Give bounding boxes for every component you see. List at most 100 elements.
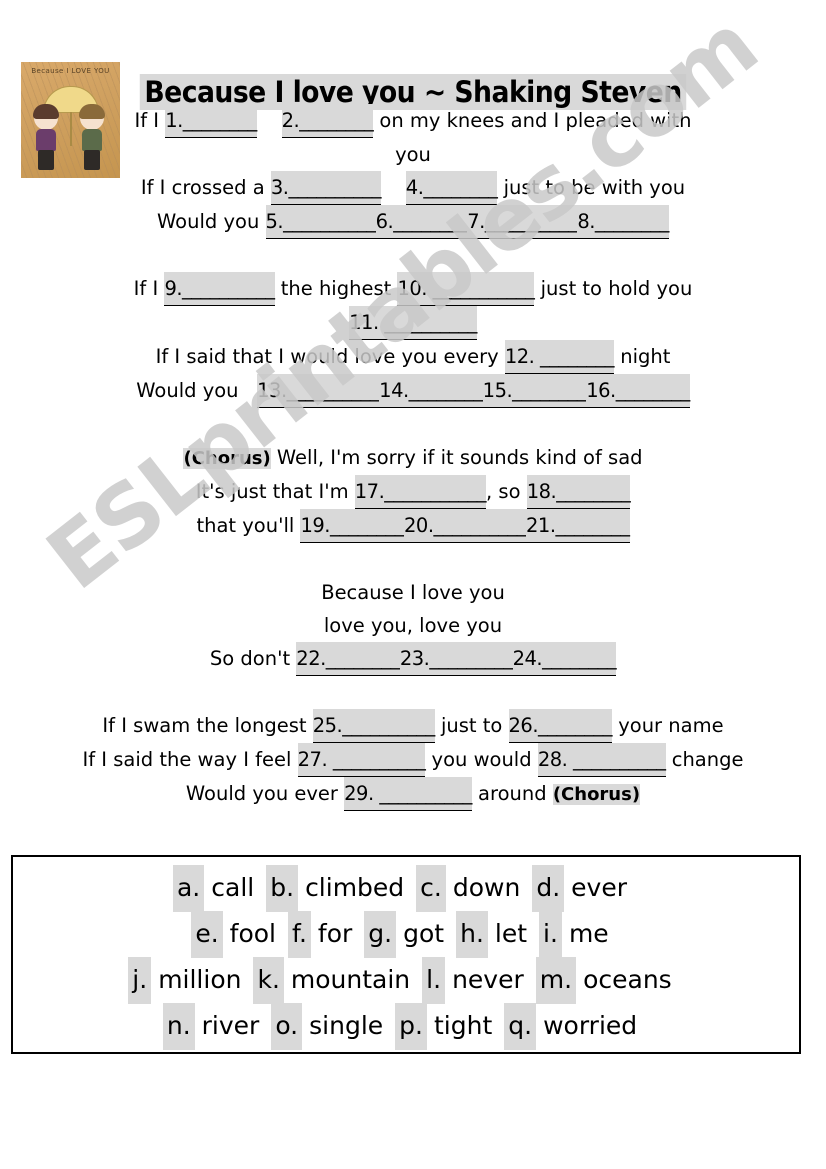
blank-26[interactable]: 26.________ [508, 709, 613, 743]
lyric-text: just to be with you [497, 176, 686, 199]
blank-24[interactable]: 24.________ [512, 642, 617, 676]
word-bank-word: single [309, 1010, 384, 1040]
lyric-text: If I crossed a [140, 176, 271, 199]
blank-23[interactable]: 23._________ [399, 642, 513, 676]
word-bank-item[interactable]: o. single [271, 1002, 395, 1050]
blank-16[interactable]: 16.________ [586, 374, 690, 408]
lyric-text: on my knees and I pleaded with [373, 109, 692, 132]
word-bank-item[interactable]: d. ever [532, 864, 639, 912]
blank-21[interactable]: 21.________ [526, 509, 630, 543]
word-bank-letter: n. [162, 1002, 195, 1050]
word-bank-item[interactable]: e. fool [191, 910, 288, 958]
lyric-text: your name [612, 714, 724, 737]
blank-5[interactable]: 5.__________ [265, 205, 376, 239]
word-bank-word: ever [571, 872, 628, 902]
lyric-line: Would you ever 29. __________ around (Ch… [0, 777, 826, 811]
word-bank-item[interactable]: k. mountain [253, 956, 422, 1004]
lyric-line: you [0, 138, 826, 171]
word-bank-word: river [201, 1010, 260, 1040]
blank-15[interactable]: 15.________ [482, 374, 587, 408]
blank-20[interactable]: 20.__________ [404, 509, 527, 543]
lyric-text: the highest [274, 277, 398, 300]
word-bank-item[interactable]: h. let [456, 910, 539, 958]
word-bank-word: me [568, 918, 609, 948]
blank-25[interactable]: 25.__________ [312, 709, 435, 743]
lyric-text: So don't [209, 647, 297, 670]
blank-27[interactable]: 27. __________ [297, 743, 426, 777]
blank-10[interactable]: 10. ___________ [397, 272, 535, 306]
word-bank-item[interactable]: l. never [422, 956, 536, 1004]
word-bank-letter: m. [535, 956, 577, 1004]
word-bank-word: call [211, 872, 255, 902]
word-bank-letter: i. [539, 910, 562, 958]
word-bank-letter: o. [271, 1002, 303, 1050]
blank-11[interactable]: 11. __________ [349, 306, 477, 340]
lyric-text: , so [486, 480, 527, 503]
lyric-line: that you'll 19.________20.__________21._… [0, 509, 826, 543]
word-bank-item[interactable]: f. for [287, 910, 364, 958]
blank-28[interactable]: 28. __________ [537, 743, 666, 777]
word-bank-word: oceans [583, 964, 672, 994]
word-bank-item[interactable]: q. worried [504, 1002, 649, 1050]
verse-spacer [0, 408, 826, 441]
blank-12[interactable]: 12. ________ [504, 340, 615, 374]
word-bank-word: mountain [290, 964, 411, 994]
lyric-text: If I [134, 109, 166, 132]
blank-1[interactable]: 1.________ [165, 104, 257, 138]
word-bank-word: got [403, 918, 445, 948]
blank-2[interactable]: 2.________ [281, 104, 374, 138]
lyric-text: night [614, 345, 671, 368]
word-bank-row: e. fool f. for g. got h. let i. me [191, 910, 621, 958]
word-bank-word: for [317, 918, 353, 948]
word-bank-item[interactable]: n. river [162, 1002, 271, 1050]
blank-17[interactable]: 17.___________ [354, 475, 487, 509]
lyric-line: Would you 5.__________6.________7.______… [0, 205, 826, 239]
word-bank-letter: p. [395, 1002, 427, 1050]
word-bank-word: never [452, 964, 524, 994]
lyric-text: around [471, 782, 553, 805]
word-bank-item[interactable]: g. got [364, 910, 456, 958]
word-bank-item[interactable]: p. tight [395, 1002, 504, 1050]
word-bank-item[interactable]: b. climbed [266, 864, 416, 912]
blank-4[interactable]: 4.________ [405, 171, 498, 205]
lyric-text: If I said that I would love you every [155, 345, 505, 368]
word-bank-letter: e. [191, 910, 223, 958]
blank-13[interactable]: 13.__________ [257, 374, 380, 408]
word-bank-item[interactable]: j. million [128, 956, 253, 1004]
word-bank-item[interactable]: m. oceans [535, 956, 684, 1004]
word-bank-item[interactable]: c. down [416, 864, 532, 912]
word-bank-letter: b. [266, 864, 299, 912]
lyric-gap [245, 379, 257, 402]
blank-7[interactable]: 7.__________ [467, 205, 578, 239]
blank-3[interactable]: 3.__________ [270, 171, 382, 205]
blank-6[interactable]: 6.________ [375, 205, 468, 239]
blank-9[interactable]: 9.__________ [164, 272, 275, 306]
lyric-line: It's just that I'm 17.___________, so 18… [0, 475, 826, 509]
lyric-text: If I said the way I feel [82, 748, 298, 771]
lyric-line: If I 9.__________ the highest 10. ______… [0, 272, 826, 306]
blank-8[interactable]: 8.________ [577, 205, 669, 239]
word-bank-row: n. river o. single p. tight q. worried [162, 1002, 649, 1050]
word-bank-letter: f. [287, 910, 311, 958]
word-bank-item[interactable]: i. me [539, 910, 621, 958]
lyric-line: So don't 22.________23._________24._____… [0, 642, 826, 676]
blank-22[interactable]: 22.________ [296, 642, 400, 676]
blank-18[interactable]: 18.________ [526, 475, 631, 509]
lyric-text: Would you ever [185, 782, 345, 805]
word-bank-item[interactable]: a. call [172, 864, 266, 912]
lyric-gap [257, 109, 282, 132]
lyric-text: Well, I'm sorry if it sounds kind of sad [270, 446, 643, 469]
lyrics-body: If I 1.________ 2.________ on my knees a… [0, 104, 826, 811]
word-bank-letter: a. [172, 864, 205, 912]
lyric-text: change [665, 748, 744, 771]
word-bank-letter: j. [128, 956, 152, 1004]
blank-29[interactable]: 29. __________ [344, 777, 472, 811]
word-bank-row: j. million k. mountain l. never m. oceans [128, 956, 684, 1004]
word-bank-letter: q. [504, 1002, 537, 1050]
lyric-text: It's just that I'm [195, 480, 355, 503]
worksheet-page: Because I LOVE YOU Because I love you ~ … [0, 0, 826, 1169]
word-bank-word: tight [433, 1010, 493, 1040]
blank-14[interactable]: 14.________ [379, 374, 483, 408]
word-bank-word: let [494, 918, 528, 948]
blank-19[interactable]: 19.________ [300, 509, 404, 543]
